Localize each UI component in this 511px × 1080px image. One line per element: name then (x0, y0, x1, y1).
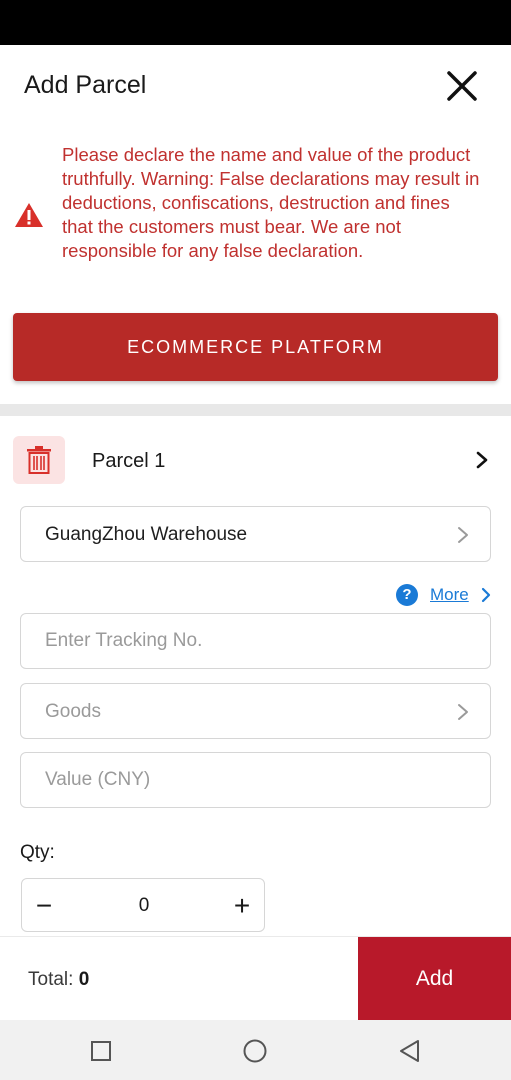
system-nav-bar (0, 1020, 511, 1080)
decrement-button[interactable]: − (22, 879, 66, 933)
chevron-right-icon (458, 704, 468, 720)
chevron-right-icon (481, 587, 491, 603)
page-title: Add Parcel (24, 71, 147, 99)
warning-text: Please declare the name and value of the… (62, 144, 480, 261)
add-button[interactable]: Add (358, 937, 511, 1021)
goods-placeholder: Goods (45, 701, 101, 722)
value-input[interactable] (21, 753, 490, 807)
tracking-number-input[interactable] (21, 614, 490, 668)
increment-button[interactable]: + (220, 879, 264, 933)
chevron-right-icon (458, 527, 468, 543)
quantity-stepper: − 0 + (21, 878, 265, 932)
recent-apps-icon[interactable] (88, 1038, 114, 1064)
close-icon (447, 71, 477, 101)
total-label: Total: (28, 969, 74, 990)
more-label[interactable]: More (430, 585, 469, 605)
section-divider (0, 404, 511, 416)
parcel-label: Parcel 1 (92, 450, 166, 472)
close-button[interactable] (446, 70, 478, 102)
total-summary: Total: 0 (28, 969, 89, 991)
warning-icon (15, 203, 43, 227)
status-bar (0, 0, 511, 45)
warehouse-select[interactable]: GuangZhou Warehouse (20, 506, 491, 562)
tracking-number-field[interactable] (20, 613, 491, 669)
goods-select[interactable]: Goods (20, 683, 491, 739)
delete-parcel-button[interactable] (13, 436, 65, 484)
chevron-right-icon[interactable] (474, 449, 490, 471)
declaration-warning: Please declare the name and value of the… (0, 140, 511, 290)
back-icon[interactable] (397, 1038, 423, 1064)
quantity-value[interactable]: 0 (122, 895, 166, 917)
trash-icon (27, 446, 51, 474)
bottom-bar: Total: 0 Add (0, 936, 511, 1021)
ecommerce-platform-button[interactable]: ECOMMERCE PLATFORM (13, 313, 498, 381)
help-icon: ? (396, 584, 418, 606)
warehouse-value: GuangZhou Warehouse (45, 524, 248, 545)
parcel-header[interactable]: Parcel 1 (0, 430, 511, 490)
header: Add Parcel (0, 45, 511, 127)
qty-label: Qty: (20, 842, 55, 863)
value-field[interactable] (20, 752, 491, 808)
total-value: 0 (78, 969, 90, 990)
home-icon[interactable] (242, 1038, 268, 1064)
more-link[interactable]: ? More (396, 582, 496, 610)
